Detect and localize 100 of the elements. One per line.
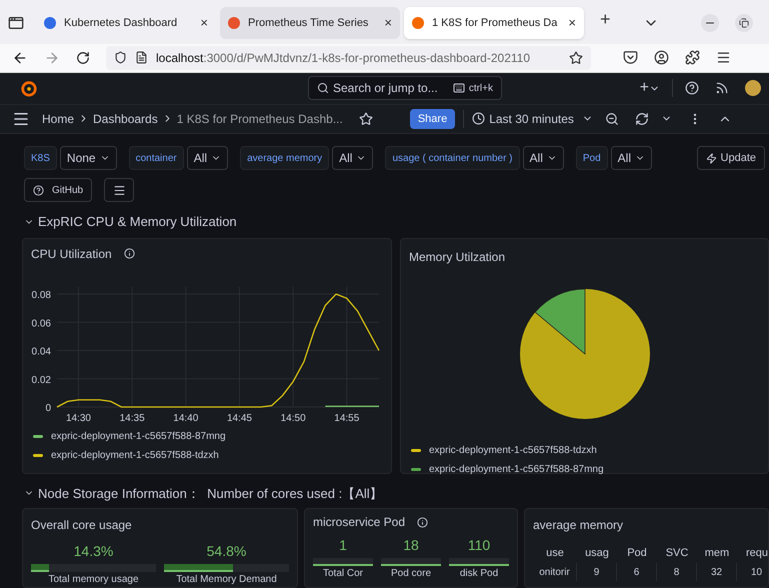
browser-tab[interactable]: Prometheus Time Series × bbox=[220, 6, 400, 39]
stat-value: 1 bbox=[339, 536, 347, 555]
x-tick-label: 14:30 bbox=[66, 412, 91, 424]
zoom-out-icon[interactable] bbox=[604, 112, 619, 126]
tab-title: 1 K8S for Prometheus Da bbox=[432, 16, 558, 31]
favicon-icon bbox=[412, 16, 424, 29]
lightning-icon bbox=[706, 152, 717, 164]
panel-title: average memory bbox=[533, 518, 624, 532]
variable-dropdown[interactable]: All bbox=[332, 146, 374, 170]
refresh-icon[interactable] bbox=[634, 112, 649, 126]
variable-dropdown[interactable]: None bbox=[60, 146, 117, 170]
y-tick-label: 0.06 bbox=[32, 318, 51, 329]
row-title[interactable]: Node Storage Information： Number of cores used :【All】 bbox=[38, 484, 383, 503]
forward-icon[interactable] bbox=[44, 50, 60, 66]
menu-button[interactable] bbox=[104, 178, 134, 202]
address-bar[interactable]: localhost:3000/d/PwMJtdvnz/1-k8s-for-prometheus-dashboard-202110 bbox=[106, 46, 591, 70]
shield-icon[interactable] bbox=[114, 51, 127, 64]
browser-tab[interactable]: 1 K8S for Prometheus Da × bbox=[404, 6, 584, 39]
legend-label[interactable]: expric-deployment-1-c5657f588-87mng bbox=[51, 428, 226, 444]
variable-label: container bbox=[128, 146, 184, 170]
y-tick-label: 0 bbox=[45, 402, 51, 414]
stat-label: disk Pod bbox=[460, 567, 498, 581]
new-tab-button[interactable]: + bbox=[588, 6, 623, 33]
menu-icon[interactable] bbox=[716, 50, 731, 66]
browser-tab[interactable]: Kubernetes Dashboard × bbox=[36, 6, 216, 39]
info-icon[interactable] bbox=[124, 248, 135, 259]
variable-label: Pod bbox=[576, 146, 608, 170]
account-icon[interactable] bbox=[654, 50, 669, 66]
stat-label: Pod core bbox=[390, 567, 432, 581]
breadcrumb-link[interactable]: Dashboards bbox=[93, 110, 158, 128]
favorite-star-icon[interactable] bbox=[358, 112, 373, 126]
column-header[interactable]: mem bbox=[697, 543, 737, 563]
column-header[interactable]: use bbox=[533, 543, 577, 563]
variable-label: K8S bbox=[24, 146, 57, 170]
restore-icon[interactable] bbox=[734, 14, 753, 32]
github-link-button[interactable]: GitHub bbox=[24, 178, 92, 202]
y-tick-label: 0.02 bbox=[32, 374, 51, 386]
reload-icon[interactable] bbox=[76, 50, 90, 65]
table-cell: 9 bbox=[577, 563, 617, 581]
stat-bar bbox=[313, 558, 373, 566]
variable-label: usage ( container number ) bbox=[385, 146, 520, 170]
tab-title: Kubernetes Dashboard bbox=[64, 16, 178, 31]
shortcut-hint: ctrl+k bbox=[468, 82, 493, 96]
panel-title: Overall core usage bbox=[31, 518, 132, 532]
panel-title: Memory Utilzation bbox=[409, 250, 506, 264]
pocket-icon[interactable] bbox=[623, 50, 638, 66]
x-tick-label: 14:40 bbox=[173, 412, 198, 424]
table-cell: 10 bbox=[737, 563, 768, 581]
tab-list-icon[interactable] bbox=[8, 14, 24, 31]
user-avatar-icon[interactable] bbox=[745, 80, 761, 96]
variable-label: average memory bbox=[240, 146, 330, 170]
column-header[interactable]: usag bbox=[577, 543, 617, 563]
add-button[interactable]: + bbox=[640, 76, 660, 100]
clock-icon bbox=[472, 112, 486, 126]
favicon-icon bbox=[228, 16, 240, 29]
table-cell: 6 bbox=[617, 563, 657, 581]
keyboard-icon bbox=[452, 82, 465, 94]
share-button[interactable]: Share bbox=[410, 108, 456, 129]
search-icon bbox=[317, 82, 329, 94]
time-range-picker[interactable]: Last 30 minutes bbox=[472, 110, 593, 128]
update-button[interactable]: Update bbox=[696, 146, 765, 170]
news-feed-icon[interactable] bbox=[715, 81, 729, 96]
bookmark-star-icon[interactable] bbox=[569, 50, 583, 65]
variable-dropdown[interactable]: All bbox=[610, 146, 652, 170]
y-tick-label: 0.04 bbox=[32, 346, 51, 358]
url-text: localhost:3000/d/PwMJtdvnz/1-k8s-for-prometheus-dashboard-202110 bbox=[156, 50, 531, 67]
minimize-icon[interactable] bbox=[700, 14, 719, 32]
row-title[interactable]: ExpRIC CPU & Memory Utilization bbox=[38, 212, 237, 232]
breadcrumb-link[interactable]: 1 K8S for Prometheus Dashb... bbox=[176, 110, 343, 128]
tab-title: Prometheus Time Series bbox=[248, 16, 370, 31]
x-tick-label: 14:50 bbox=[280, 412, 306, 424]
variable-dropdown[interactable]: All bbox=[186, 146, 228, 170]
close-tab-button[interactable]: × bbox=[200, 13, 208, 33]
extensions-icon[interactable] bbox=[685, 50, 700, 66]
breadcrumb-link[interactable]: Home bbox=[42, 110, 74, 128]
column-header[interactable]: SVC bbox=[657, 543, 697, 563]
column-header[interactable]: Pod bbox=[617, 543, 657, 563]
page-icon[interactable] bbox=[135, 51, 148, 64]
stat-value: 14.3% bbox=[74, 542, 114, 561]
x-tick-label: 14:45 bbox=[226, 412, 252, 424]
stat-label: Total Memory Demand bbox=[176, 573, 277, 587]
legend-label[interactable]: expric-deployment-1-c5657f588-tdzxh bbox=[429, 442, 597, 458]
info-icon[interactable] bbox=[417, 516, 428, 528]
back-icon[interactable] bbox=[12, 50, 28, 66]
legend-label[interactable]: expric-deployment-1-c5657f588-tdzxh bbox=[51, 448, 219, 462]
stat-label: Total Cor bbox=[322, 567, 363, 581]
x-tick-label: 14:55 bbox=[334, 412, 360, 424]
stat-label: Total memory usage bbox=[48, 573, 139, 587]
stat-value: 110 bbox=[468, 536, 490, 555]
close-tab-button[interactable]: × bbox=[568, 13, 576, 33]
legend-label[interactable]: expric-deployment-1-c5657f588-87mng bbox=[429, 462, 604, 476]
help-icon[interactable] bbox=[685, 81, 699, 96]
stat-value: 54.8% bbox=[206, 542, 246, 561]
column-header[interactable]: requ bbox=[737, 543, 768, 563]
stat-value: 18 bbox=[403, 536, 419, 555]
variable-dropdown[interactable]: All bbox=[522, 146, 564, 170]
favicon-icon bbox=[44, 16, 56, 29]
close-tab-button[interactable]: × bbox=[384, 13, 392, 33]
search-field[interactable]: Search or jump to... ctrl+k bbox=[308, 76, 502, 100]
help-icon bbox=[33, 184, 44, 196]
